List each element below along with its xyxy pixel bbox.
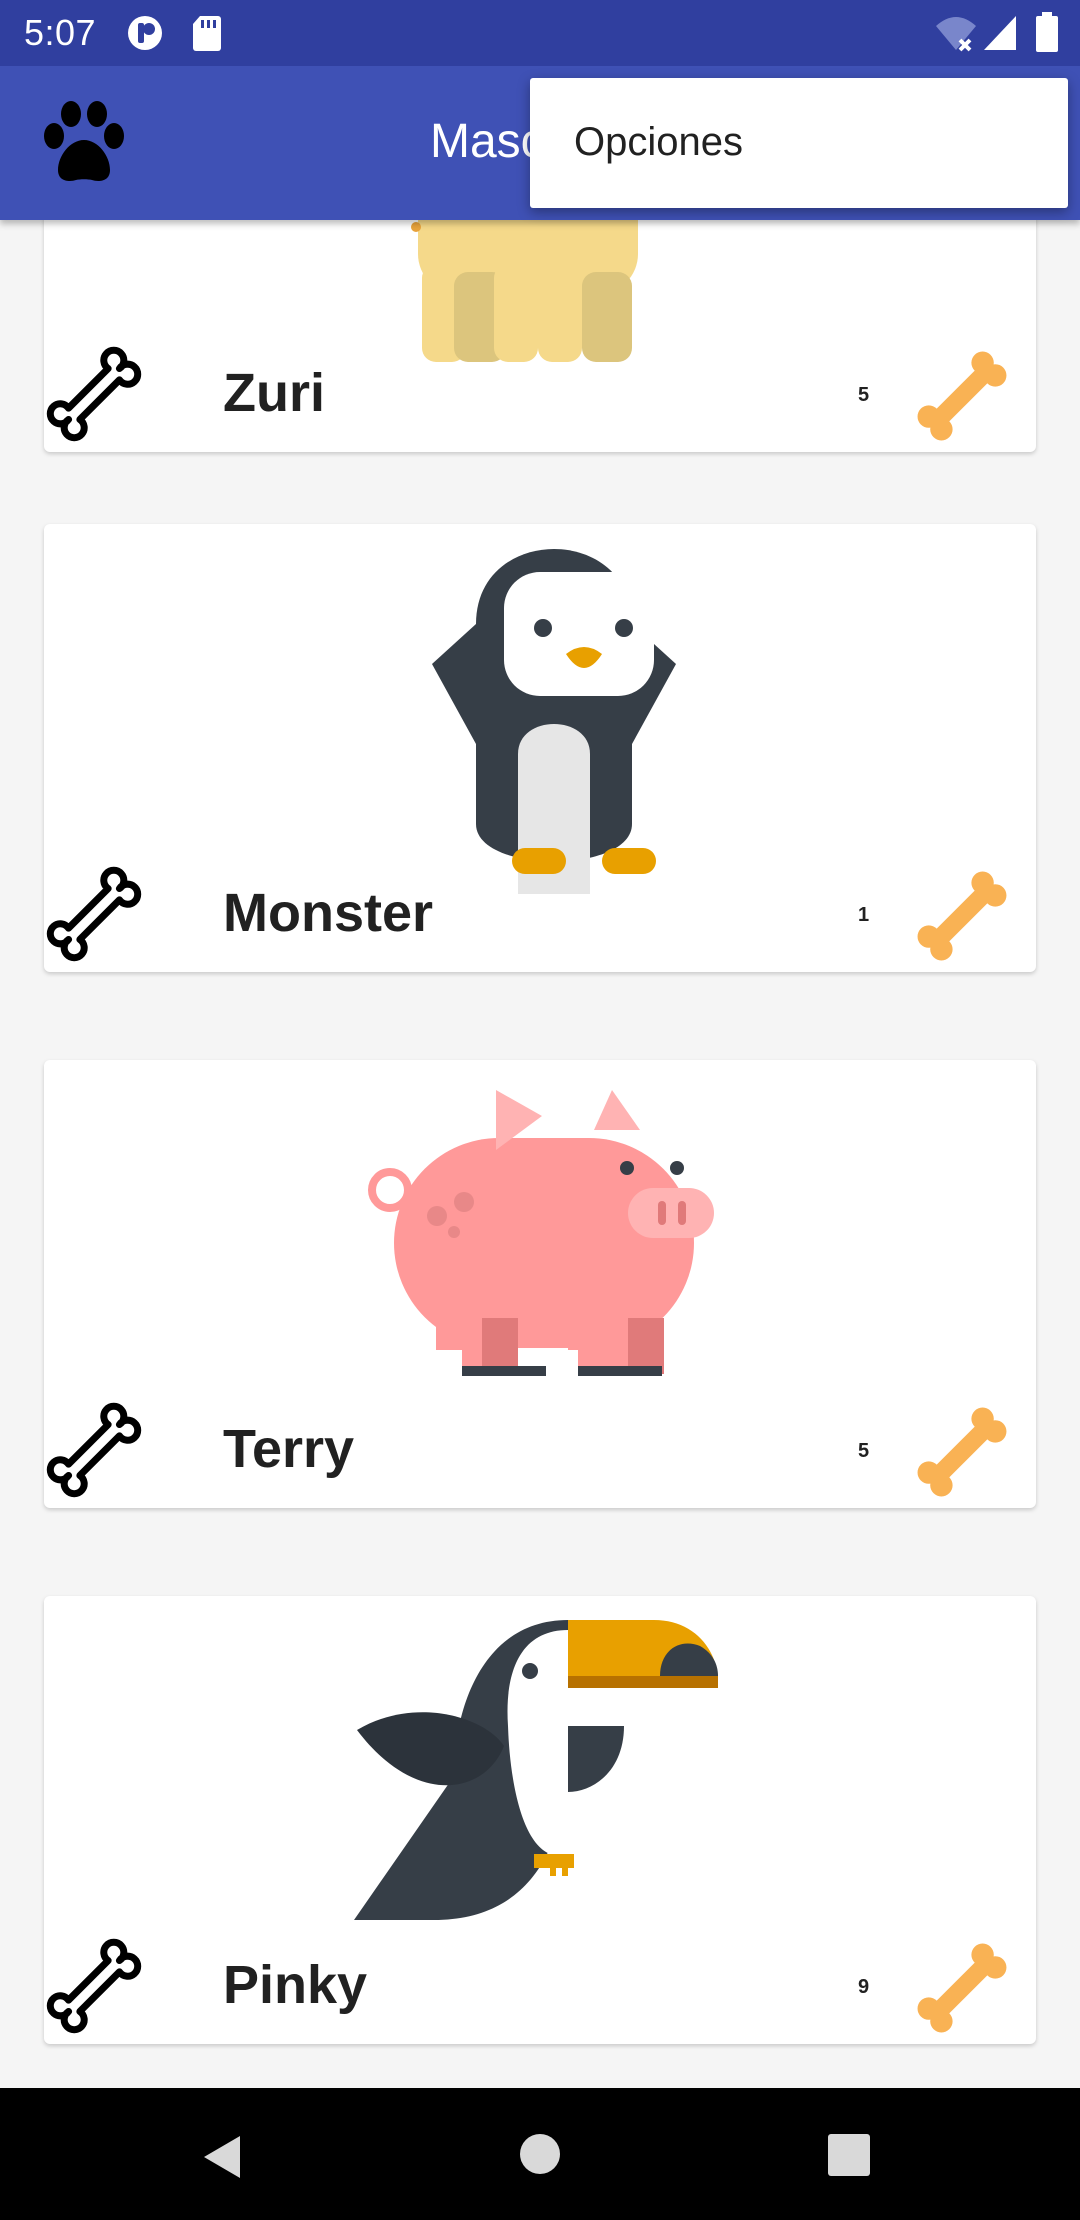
like-count: 5 [858,1440,870,1462]
recents-icon[interactable] [828,2134,870,2176]
like-count: 9 [858,1976,870,1998]
notification-app-icon [128,16,162,50]
bone-filled-icon [917,1407,1007,1497]
status-bar: 5:07 [0,0,1080,66]
signal-icon [984,16,1016,50]
navigation-bar [0,2088,1080,2220]
bone-outline-icon[interactable] [44,1400,144,1500]
back-icon[interactable] [198,2132,248,2182]
menu-item-opciones[interactable]: Opciones [574,120,743,165]
pig-image [368,1090,714,1376]
pet-card: Monster 1 [44,524,1036,972]
overflow-menu: Opciones [530,78,1068,208]
pet-name: Terry [223,1419,355,1479]
like-count: 5 [858,384,870,406]
bone-outline-icon[interactable] [44,864,144,964]
status-time: 5:07 [24,12,97,53]
pet-list[interactable]: Zuri 5 Monster 1 Terry 5 Pinky 9 [0,220,1080,2088]
pet-card: Terry 5 [44,1060,1036,1508]
pet-name: Pinky [223,1955,368,2015]
dog-image [411,220,638,362]
bone-outline-icon[interactable] [44,1936,144,2036]
bone-outline-icon[interactable] [44,344,144,444]
toucan-image [354,1620,718,1920]
bone-filled-icon [917,871,1007,961]
like-count: 1 [858,904,870,926]
sd-card-icon [193,16,221,51]
pet-card: Pinky 9 [44,1596,1036,2044]
wifi-off-icon [936,17,976,52]
paw-icon[interactable] [40,100,128,188]
pet-name: Monster [223,883,434,943]
pet-name: Zuri [223,363,325,423]
pet-card: Zuri 5 [44,220,1036,452]
home-icon[interactable] [518,2132,562,2176]
battery-icon [1036,12,1058,52]
bone-filled-icon [917,1943,1007,2033]
bone-filled-icon [917,351,1007,441]
penguin-image [432,549,676,894]
